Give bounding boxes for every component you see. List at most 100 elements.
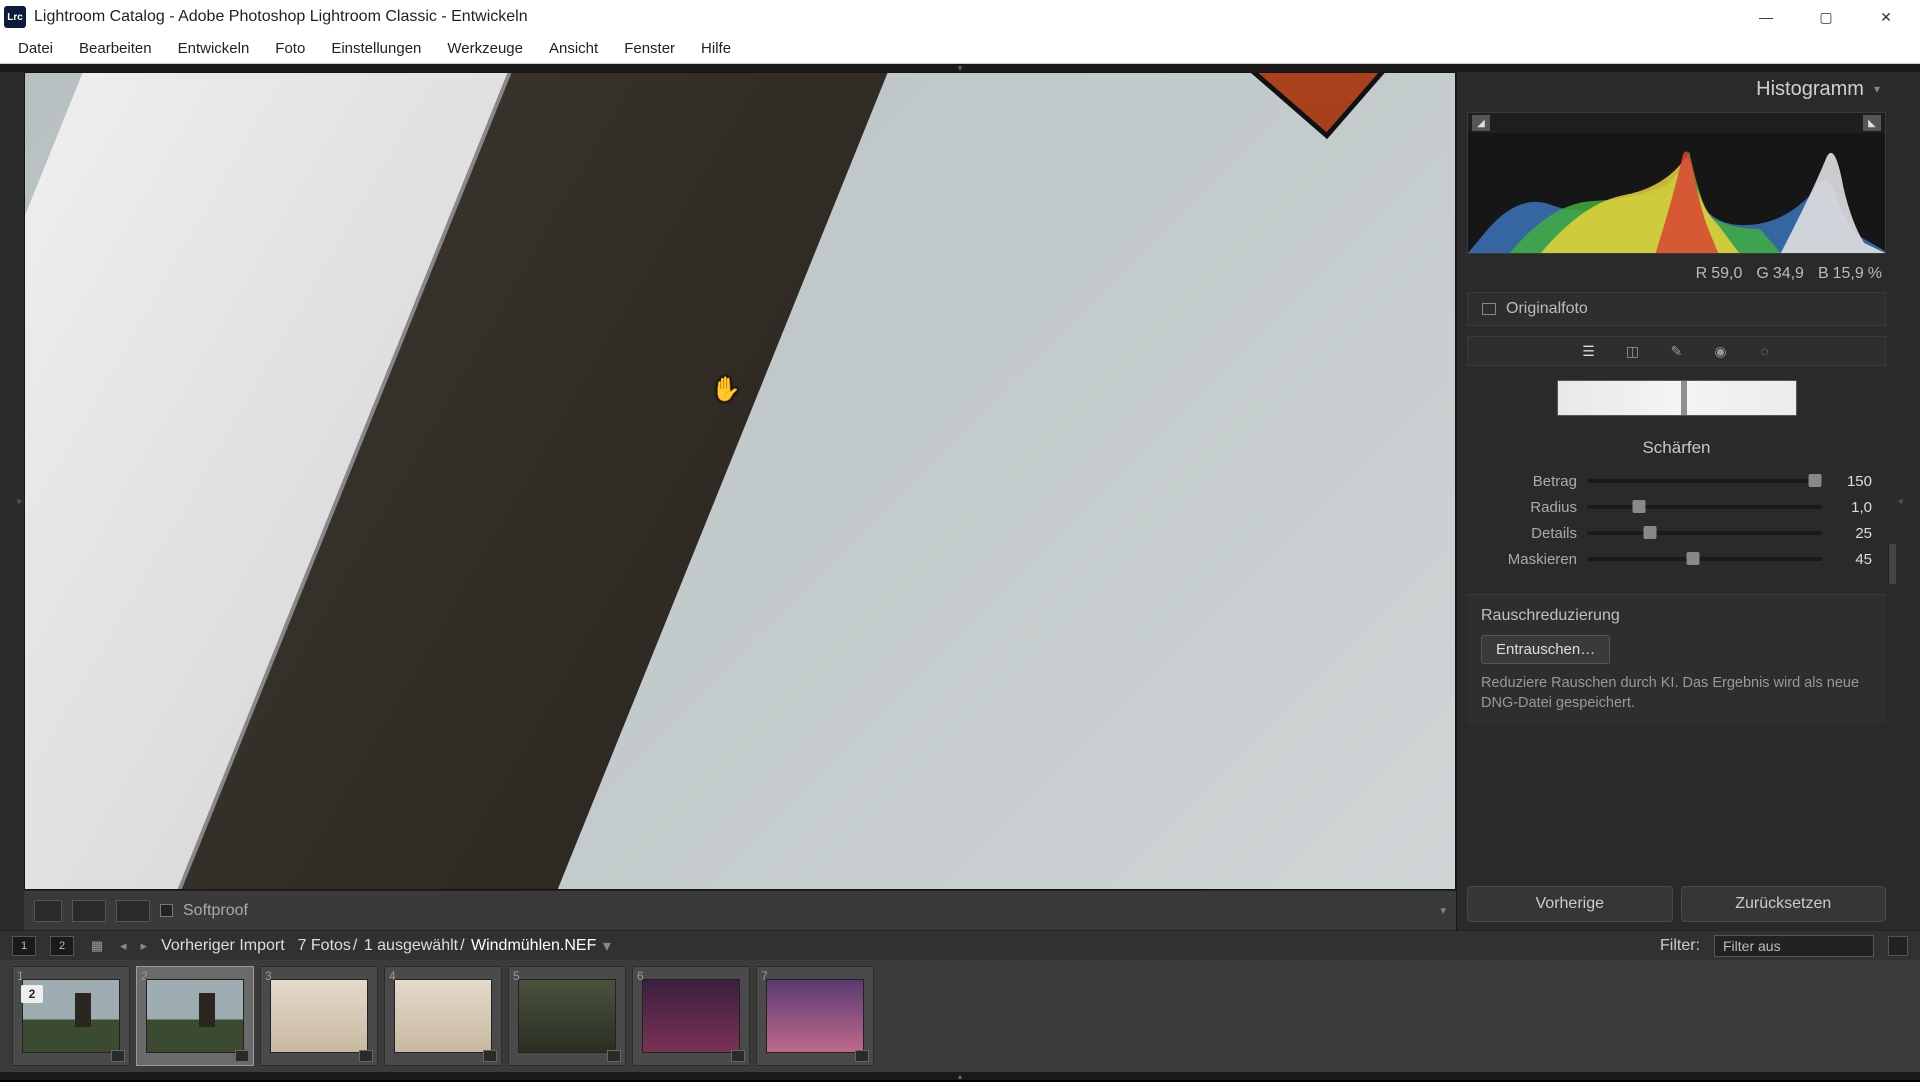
slider-label: Details [1481, 525, 1577, 542]
filmstrip-thumb[interactable]: 3 [260, 966, 378, 1066]
previous-button[interactable]: Vorherige [1467, 886, 1673, 922]
r-value: 59,0 [1711, 265, 1742, 283]
thumb-image [642, 979, 740, 1053]
shadow-clipping-toggle[interactable]: ◢ [1472, 115, 1490, 131]
thumb-badge-icon [483, 1050, 497, 1062]
view-mode-select[interactable] [116, 900, 150, 922]
image-viewer: ✋ Softproof ▾ [24, 72, 1456, 930]
toolbar-options-toggle[interactable]: ▾ [1440, 904, 1446, 917]
thumb-badge-icon [359, 1050, 373, 1062]
menu-bearbeiten[interactable]: Bearbeiten [67, 36, 164, 61]
crop-icon[interactable]: ◫ [1624, 343, 1642, 359]
slider-label: Maskieren [1481, 551, 1577, 568]
breadcrumb-filename: Windmühlen.NEF [471, 937, 596, 955]
breadcrumb-selected: 1 ausgewählt [364, 937, 458, 955]
develop-right-panel: Histogramm ▾ ◢ ◣ [1456, 72, 1896, 930]
denoise-button[interactable]: Entrauschen… [1481, 635, 1610, 664]
filmstrip-thumb[interactable]: 12 [12, 966, 130, 1066]
filmstrip-thumb[interactable]: 2 [136, 966, 254, 1066]
thumb-image [518, 979, 616, 1053]
filter-select[interactable]: Filter aus [1714, 935, 1874, 957]
menu-hilfe[interactable]: Hilfe [689, 36, 743, 61]
loupe-view-button[interactable] [34, 900, 62, 922]
thumb-index: 4 [389, 969, 396, 983]
thumb-badge-icon [235, 1050, 249, 1062]
close-button[interactable]: ✕ [1856, 0, 1916, 34]
maximize-button[interactable]: ▢ [1796, 0, 1856, 34]
slider-thumb[interactable] [1632, 500, 1645, 513]
redeye-icon[interactable]: ◉ [1712, 343, 1730, 359]
compare-view-button[interactable] [72, 900, 106, 922]
hand-cursor-icon: ✋ [711, 375, 741, 404]
slider-thumb[interactable] [1644, 526, 1657, 539]
original-label: Originalfoto [1506, 300, 1588, 318]
thumb-index: 3 [265, 969, 272, 983]
filmstrip-thumb[interactable]: 6 [632, 966, 750, 1066]
slider-track[interactable] [1587, 557, 1822, 561]
menu-ansicht[interactable]: Ansicht [537, 36, 610, 61]
left-panel-toggle[interactable]: ▸ [16, 72, 24, 930]
menu-datei[interactable]: Datei [6, 36, 65, 61]
filmstrip-thumb[interactable]: 4 [384, 966, 502, 1066]
menu-foto[interactable]: Foto [263, 36, 317, 61]
noise-reduction-panel: Rauschreduzierung Entrauschen… Reduziere… [1467, 594, 1886, 725]
thumb-image [146, 979, 244, 1053]
slider-value[interactable]: 1,0 [1832, 499, 1872, 516]
slider-track[interactable] [1587, 479, 1822, 483]
radial-icon[interactable]: ◌ [1756, 343, 1774, 359]
slider-radius: Radius 1,0 [1481, 494, 1872, 520]
histogram-title: Histogramm [1756, 78, 1864, 101]
highlight-clipping-toggle[interactable]: ◣ [1863, 115, 1881, 131]
softproof-checkbox[interactable] [160, 904, 173, 917]
minimize-button[interactable]: — [1736, 0, 1796, 34]
histogram-panel: ◢ ◣ [1467, 112, 1886, 254]
b-label: B [1818, 265, 1829, 283]
right-panel-toggle[interactable]: ◂ [1896, 72, 1904, 930]
nav-next-icon[interactable]: ▸ [141, 938, 148, 954]
filmstrip[interactable]: 12234567 [0, 960, 1920, 1072]
original-indicator-icon [1482, 303, 1496, 315]
bottom-panel-toggle[interactable] [0, 1072, 1920, 1080]
menu-einstellungen[interactable]: Einstellungen [319, 36, 433, 61]
slider-value[interactable]: 25 [1832, 525, 1872, 542]
slider-track[interactable] [1587, 531, 1822, 535]
filmstrip-breadcrumb[interactable]: Vorheriger Import 7 Fotos / 1 ausgewählt… [161, 936, 611, 956]
thumb-badge-icon [731, 1050, 745, 1062]
slider-maskieren: Maskieren 45 [1481, 546, 1872, 572]
filmstrip-thumb[interactable]: 5 [508, 966, 626, 1066]
top-panel-toggle[interactable] [0, 64, 1920, 72]
photo-preview [25, 73, 1455, 889]
slider-value[interactable]: 150 [1832, 473, 1872, 490]
reset-button[interactable]: Zurücksetzen [1681, 886, 1887, 922]
right-panel-scrollbar[interactable] [1888, 544, 1896, 584]
rgb-readout: R 59,0 G 34,9 B 15,9 % [1457, 260, 1896, 288]
slider-label: Betrag [1481, 473, 1577, 490]
app-icon: Lrc [4, 6, 26, 28]
softproof-label: Softproof [183, 902, 248, 920]
image-canvas[interactable]: ✋ [24, 72, 1456, 890]
filter-lock-icon[interactable] [1888, 936, 1908, 956]
histogram-header[interactable]: Histogramm ▾ [1457, 72, 1896, 106]
primary-display-badge[interactable]: 1 [12, 936, 36, 956]
original-photo-row[interactable]: Originalfoto [1467, 292, 1886, 326]
thumb-index: 6 [637, 969, 644, 983]
thumb-image [270, 979, 368, 1053]
menu-entwickeln[interactable]: Entwickeln [166, 36, 262, 61]
menu-werkzeuge[interactable]: Werkzeuge [435, 36, 535, 61]
develop-tool-strip: ☰ ◫ ✎ ◉ ◌ [1467, 336, 1886, 366]
nav-prev-icon[interactable]: ◂ [120, 938, 127, 954]
menu-fenster[interactable]: Fenster [612, 36, 687, 61]
slider-thumb[interactable] [1808, 474, 1821, 487]
slider-value[interactable]: 45 [1832, 551, 1872, 568]
grid-view-icon[interactable]: ▦ [88, 937, 106, 955]
sharpen-title: Schärfen [1481, 438, 1872, 458]
stack-count-badge: 2 [21, 985, 43, 1003]
filmstrip-thumb[interactable]: 7 [756, 966, 874, 1066]
slider-track[interactable] [1587, 505, 1822, 509]
histogram-graph[interactable] [1468, 133, 1885, 253]
slider-thumb[interactable] [1686, 552, 1699, 565]
secondary-display-badge[interactable]: 2 [50, 936, 74, 956]
edit-sliders-icon[interactable]: ☰ [1580, 343, 1598, 359]
heal-icon[interactable]: ✎ [1668, 343, 1686, 359]
detail-preview[interactable] [1467, 376, 1886, 420]
